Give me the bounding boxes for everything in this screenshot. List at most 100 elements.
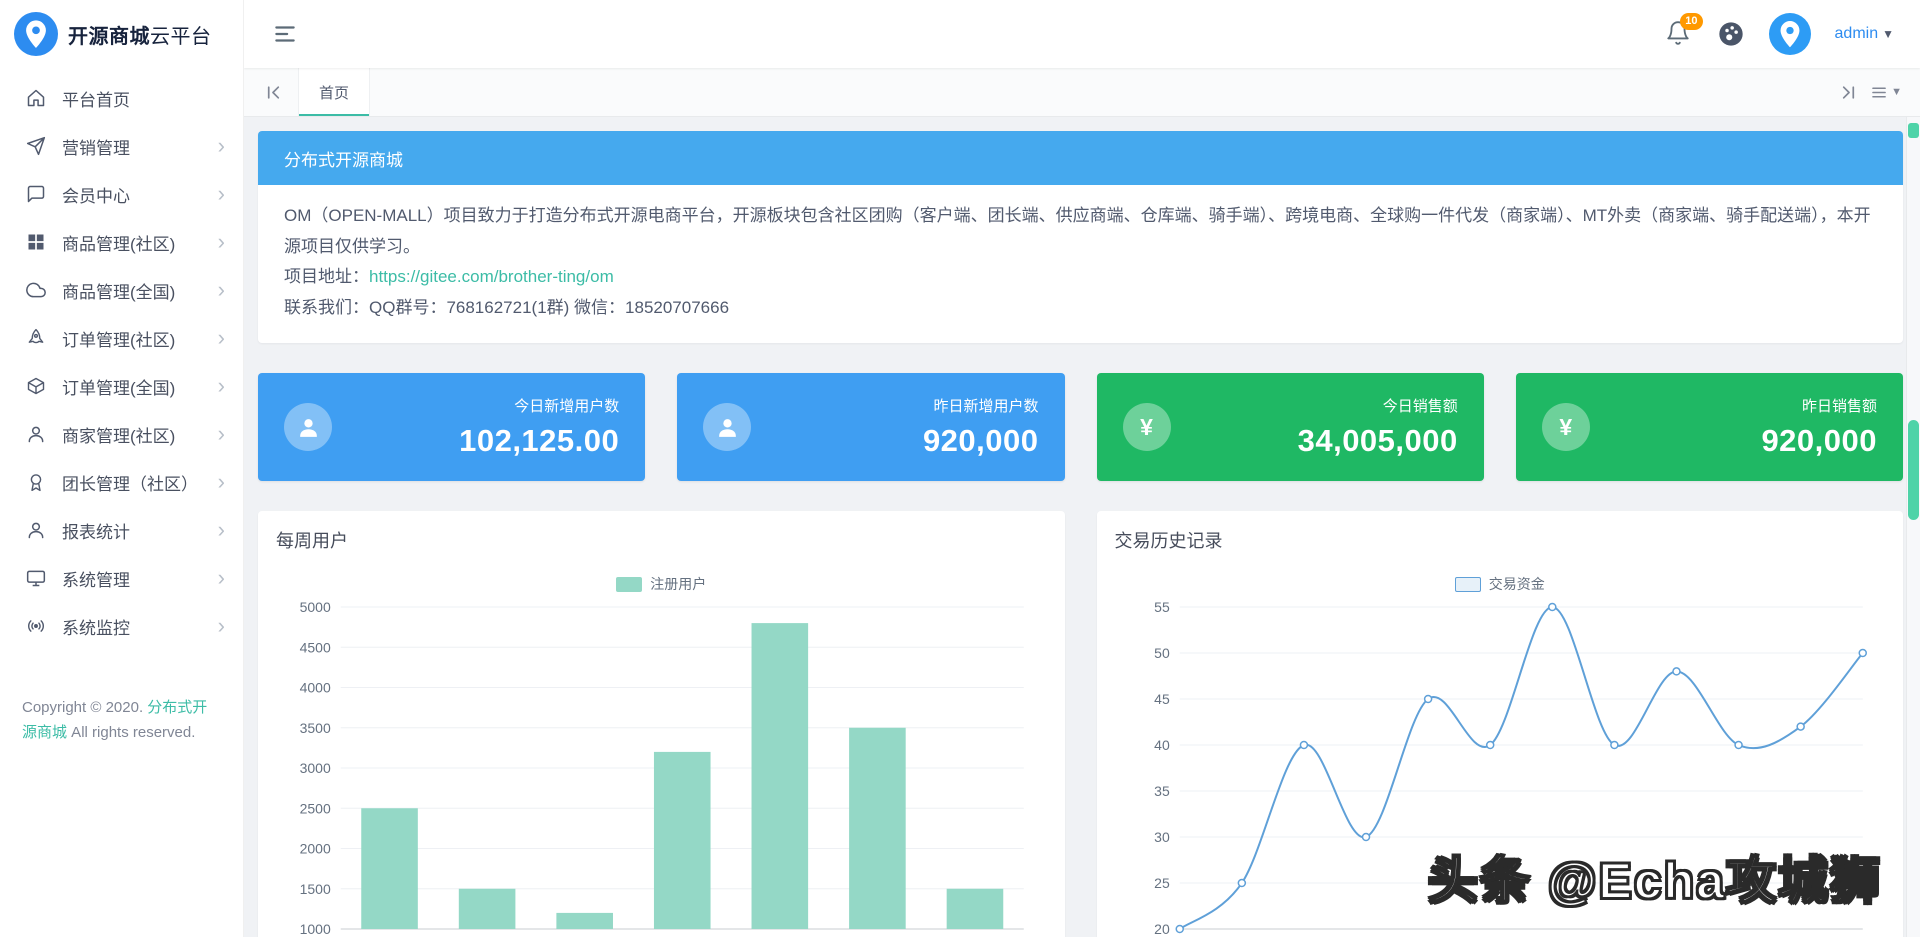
sidebar-menu: 平台首页营销管理›会员中心›商品管理(社区)›商品管理(全国)›订单管理(社区)… <box>0 68 243 650</box>
stat-label: 昨日销售额 <box>1590 395 1877 416</box>
svg-text:30: 30 <box>1154 829 1170 845</box>
tab-bar: 首页 ▼ <box>244 68 1920 117</box>
chevron-right-icon: › <box>218 423 225 445</box>
intro-card: 分布式开源商城 OM（OPEN-MALL）项目致力于打造分布式开源电商平台，开源… <box>258 131 1903 343</box>
sidebar-item-0[interactable]: 平台首页 <box>0 74 243 122</box>
chart-legend[interactable]: 交易资金 <box>1115 573 1886 595</box>
sidebar-item-5[interactable]: 订单管理(社区)› <box>0 314 243 362</box>
sidebar-item-7[interactable]: 商家管理(社区)› <box>0 410 243 458</box>
sidebar-item-label: 订单管理(社区) <box>62 326 218 351</box>
sidebar-item-label: 团长管理（社区） <box>62 470 218 495</box>
sidebar-item-1[interactable]: 营销管理› <box>0 122 243 170</box>
chevron-down-icon: ▼ <box>1882 27 1894 41</box>
app-title: 开源商城云平台 <box>68 20 212 49</box>
sidebar-item-label: 系统监控 <box>62 614 218 639</box>
chevron-down-icon: ▼ <box>1891 86 1902 98</box>
signal-icon <box>26 616 46 636</box>
tabs-options-button[interactable]: ▼ <box>1865 79 1908 106</box>
stat-info: 今日销售额34,005,000 <box>1171 395 1458 459</box>
tabs-list-icon <box>1871 85 1888 100</box>
stats-row: 今日新增用户数102,125.00昨日新增用户数920,000¥今日销售额34,… <box>258 373 1903 481</box>
sidebar-item-3[interactable]: 商品管理(社区)› <box>0 218 243 266</box>
svg-text:4500: 4500 <box>300 640 331 656</box>
sidebar-item-label: 订单管理(全国) <box>62 374 218 399</box>
yen-icon: ¥ <box>1559 414 1572 441</box>
sidebar-item-11[interactable]: 系统监控› <box>0 602 243 650</box>
stat-label: 今日新增用户数 <box>332 395 619 416</box>
svg-text:3000: 3000 <box>300 760 331 776</box>
app-logo[interactable]: 开源商城云平台 <box>0 0 243 68</box>
intro-banner: 分布式开源商城 <box>258 131 1903 185</box>
weekly-users-bar-chart: 100015002000250030003500400045005000周一周二… <box>276 599 1047 937</box>
tabs-scroll-left-button[interactable] <box>256 75 290 109</box>
app-title-bold: 开源商城 <box>68 26 150 48</box>
scrollbar[interactable] <box>1906 117 1920 937</box>
user-icon <box>26 520 46 540</box>
user-menu[interactable]: admin ▼ <box>1835 25 1894 43</box>
tabs-scroll-right-button[interactable] <box>1831 75 1865 109</box>
svg-text:35: 35 <box>1154 783 1170 799</box>
sidebar-item-label: 报表统计 <box>62 518 218 543</box>
chevron-right-icon: › <box>218 567 225 589</box>
svg-text:2500: 2500 <box>300 801 331 817</box>
sidebar-item-label: 平台首页 <box>62 86 225 111</box>
scrollbar-top-mark[interactable] <box>1908 123 1919 138</box>
sidebar-toggle-button[interactable] <box>270 19 300 49</box>
chart-legend[interactable]: 注册用户 <box>276 573 1047 595</box>
theme-button[interactable] <box>1717 20 1745 48</box>
svg-text:20: 20 <box>1154 921 1170 937</box>
avatar-pin-icon <box>1769 13 1811 55</box>
sidebar-item-label: 商家管理(社区) <box>62 422 218 447</box>
sidebar-item-4[interactable]: 商品管理(全国)› <box>0 266 243 314</box>
stat-value: 102,125.00 <box>332 423 619 459</box>
chevron-right-icon: › <box>218 279 225 301</box>
stat-value: 920,000 <box>751 423 1038 459</box>
svg-text:1500: 1500 <box>300 881 331 897</box>
project-url-link[interactable]: https://gitee.com/brother-ting/om <box>369 267 614 286</box>
tab-home[interactable]: 首页 <box>298 68 370 116</box>
legend-swatch <box>1455 577 1481 592</box>
chevron-right-icon: › <box>218 375 225 397</box>
notifications-button[interactable]: 10 <box>1665 20 1693 48</box>
chart-title: 交易历史记录 <box>1115 527 1886 553</box>
sidebar-item-10[interactable]: 系统管理› <box>0 554 243 602</box>
stat-card-3: ¥昨日销售额920,000 <box>1516 373 1903 481</box>
sidebar-item-label: 商品管理(全国) <box>62 278 218 303</box>
sidebar-item-label: 会员中心 <box>62 182 218 207</box>
app-title-light: 云平台 <box>150 26 212 48</box>
sidebar-item-9[interactable]: 报表统计› <box>0 506 243 554</box>
copyright-suffix: All rights reserved. <box>67 724 195 741</box>
grid-icon <box>26 232 46 252</box>
sidebar-item-label: 系统管理 <box>62 566 218 591</box>
hamburger-icon <box>272 21 298 47</box>
top-bar: 10 admin ▼ <box>244 0 1920 68</box>
legend-label: 注册用户 <box>650 574 706 594</box>
badge-icon <box>26 472 46 492</box>
chat-icon <box>26 184 46 204</box>
user-icon <box>26 424 46 444</box>
location-pin-icon <box>14 12 58 56</box>
intro-line-3: 联系我们：QQ群号：768162721(1群) 微信：18520707666 <box>284 293 1877 324</box>
svg-text:2000: 2000 <box>300 841 331 857</box>
sidebar-item-6[interactable]: 订单管理(全国)› <box>0 362 243 410</box>
avatar[interactable] <box>1769 13 1811 55</box>
intro-body: OM（OPEN-MALL）项目致力于打造分布式开源电商平台，开源板块包含社区团购… <box>258 185 1903 343</box>
scrollbar-thumb[interactable] <box>1908 420 1919 520</box>
plane-icon <box>26 136 46 156</box>
topbar-actions: 10 admin ▼ <box>1665 13 1894 55</box>
monitor-icon <box>26 568 46 588</box>
yen-icon-circle: ¥ <box>1123 403 1171 451</box>
chevron-right-icon: › <box>218 231 225 253</box>
sidebar: 开源商城云平台 平台首页营销管理›会员中心›商品管理(社区)›商品管理(全国)›… <box>0 0 244 937</box>
chevron-right-icon: › <box>218 519 225 541</box>
box-icon <box>26 376 46 396</box>
chevron-right-icon: › <box>218 471 225 493</box>
stat-card-2: ¥今日销售额34,005,000 <box>1097 373 1484 481</box>
sidebar-item-8[interactable]: 团长管理（社区）› <box>0 458 243 506</box>
svg-text:40: 40 <box>1154 737 1170 753</box>
intro-line-1: OM（OPEN-MALL）项目致力于打造分布式开源电商平台，开源板块包含社区团购… <box>284 201 1877 262</box>
tab-label: 首页 <box>319 82 349 103</box>
stat-card-0: 今日新增用户数 102,125.00 <box>258 373 645 481</box>
sidebar-item-2[interactable]: 会员中心› <box>0 170 243 218</box>
main-area: 10 admin ▼ 首页 ▼ <box>244 0 1920 937</box>
